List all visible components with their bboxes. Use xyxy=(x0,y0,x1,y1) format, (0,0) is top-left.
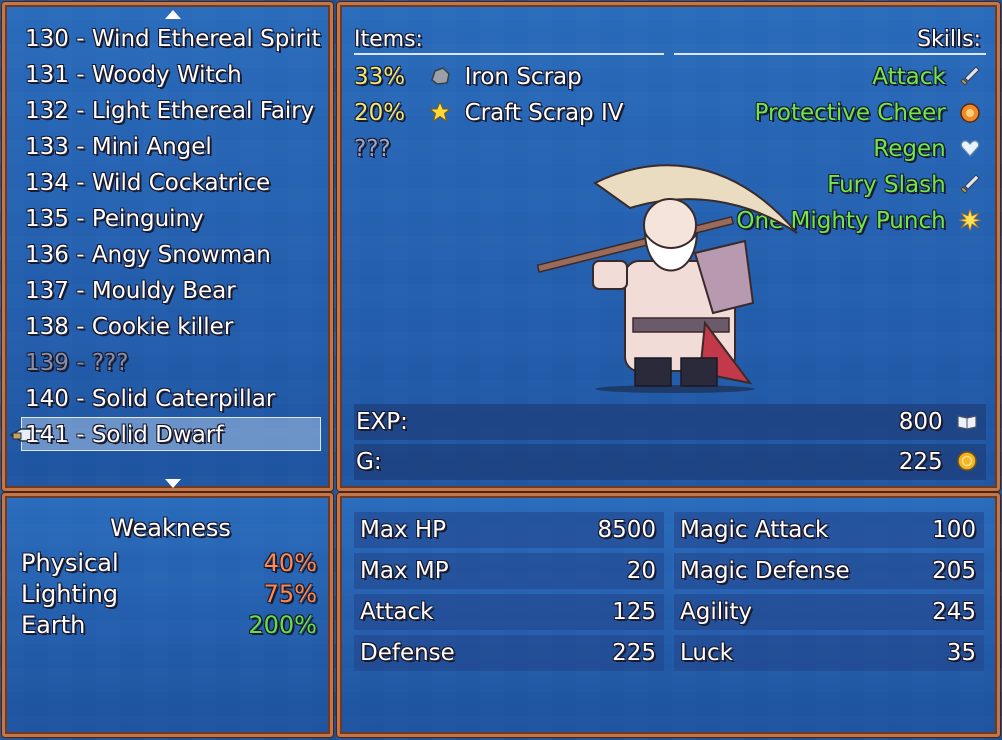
sword-icon xyxy=(960,66,980,86)
stat-value: 8500 xyxy=(597,517,656,543)
skill-row: Attack xyxy=(872,59,981,95)
items-divider xyxy=(354,53,664,55)
stat-label: Attack xyxy=(360,599,434,625)
skill-row: Regen xyxy=(873,131,981,167)
stat-value: 100 xyxy=(932,517,976,543)
stat-magic-defense: Magic Defense 205 xyxy=(674,553,984,589)
exp-row: EXP: 800 xyxy=(354,404,986,440)
skill-name: Attack xyxy=(872,64,946,90)
skills-divider xyxy=(674,53,986,55)
skill-row: Protective Cheer xyxy=(755,95,982,131)
weakness-row-lighting: Lighting 75% xyxy=(21,579,317,609)
weakness-label: Earth xyxy=(21,611,86,639)
stat-label: Luck xyxy=(680,640,733,666)
list-item[interactable]: 138 - Cookie killer xyxy=(25,309,233,345)
stat-label: Magic Attack xyxy=(680,517,829,543)
list-item[interactable]: 134 - Wild Cockatrice xyxy=(25,165,270,201)
stat-value: 125 xyxy=(612,599,656,625)
stat-value: 205 xyxy=(932,558,976,584)
list-item[interactable]: 137 - Mouldy Bear xyxy=(25,273,236,309)
drop-item-row: 33% Iron Scrap xyxy=(354,59,582,95)
stat-max-mp: Max MP 20 xyxy=(354,553,664,589)
star-icon xyxy=(429,101,452,123)
drop-item-name: Iron Scrap xyxy=(464,64,582,90)
gold-row: G: 225 xyxy=(354,444,986,480)
list-item[interactable]: 133 - Mini Angel xyxy=(25,129,212,165)
stat-max-hp: Max HP 8500 xyxy=(354,512,664,548)
weakness-title: Weakness xyxy=(110,514,231,542)
stat-agility: Agility 245 xyxy=(674,594,984,630)
weakness-label: Lighting xyxy=(21,580,119,608)
gold-value: 225 xyxy=(898,449,943,475)
drop-chance: 20% xyxy=(354,100,406,126)
weakness-window: Weakness Physical 40% Lighting 75% Earth… xyxy=(2,493,333,737)
exp-value-wrap: 800 xyxy=(899,404,978,440)
list-item[interactable]: 131 - Woody Witch xyxy=(25,57,242,93)
scroll-up-arrow-icon[interactable] xyxy=(165,10,181,19)
exp-value: 800 xyxy=(898,409,943,435)
weakness-value: 40% xyxy=(263,549,317,577)
burst-icon xyxy=(959,209,981,231)
stats-window: Max HP 8500 Max MP 20 Attack 125 Defense… xyxy=(337,493,1000,737)
skill-row: Fury Slash xyxy=(827,167,981,203)
skills-header: Skills: xyxy=(917,27,981,52)
stat-label: Agility xyxy=(680,599,753,625)
stat-magic-attack: Magic Attack 100 xyxy=(674,512,984,548)
list-item[interactable]: 130 - Wind Ethereal Spirit xyxy=(25,21,321,57)
stat-value: 225 xyxy=(612,640,656,666)
monster-portrait xyxy=(536,164,798,393)
stat-value: 20 xyxy=(626,558,656,584)
shield-icon xyxy=(960,103,980,123)
weakness-value: 75% xyxy=(263,580,317,608)
sword-icon xyxy=(960,174,980,194)
drop-item-row: 20% Craft Scrap IV xyxy=(354,95,623,131)
list-item[interactable]: 135 - Peinguiny xyxy=(25,201,204,237)
weakness-value: 200% xyxy=(248,611,317,639)
stat-value: 245 xyxy=(932,599,976,625)
stat-label: Max HP xyxy=(360,517,447,543)
stat-value: 35 xyxy=(946,640,976,666)
drop-item-unknown: ??? xyxy=(354,136,391,162)
list-item-selected[interactable]: 141 - Solid Dwarf xyxy=(25,417,223,453)
coin-icon xyxy=(957,451,977,471)
monster-list-window[interactable]: 130 - Wind Ethereal Spirit 131 - Woody W… xyxy=(2,2,333,491)
monster-info-window: Items: Skills: 33% Iron Scrap 20% Craft … xyxy=(337,2,1000,491)
weakness-label: Physical xyxy=(21,549,119,577)
list-item[interactable]: 140 - Solid Caterpillar xyxy=(25,381,275,417)
skill-name: Fury Slash xyxy=(827,172,946,198)
rock-icon xyxy=(431,67,451,85)
weakness-row-earth: Earth 200% xyxy=(21,610,317,640)
stat-label: Max MP xyxy=(360,558,449,584)
stat-luck: Luck 35 xyxy=(674,635,984,671)
list-item-locked[interactable]: 139 - ??? xyxy=(25,345,128,381)
exp-label: EXP: xyxy=(356,409,408,435)
stat-label: Magic Defense xyxy=(680,558,850,584)
stat-label: Defense xyxy=(360,640,455,666)
skill-name: Protective Cheer xyxy=(754,100,946,126)
drop-item-name: Craft Scrap IV xyxy=(464,100,624,126)
list-item[interactable]: 136 - Angy Snowman xyxy=(25,237,271,273)
gold-label: G: xyxy=(356,449,382,475)
heart-icon xyxy=(960,140,980,157)
stat-attack: Attack 125 xyxy=(354,594,664,630)
items-header: Items: xyxy=(354,27,423,52)
scroll-down-arrow-icon[interactable] xyxy=(165,479,181,488)
list-item[interactable]: 132 - Light Ethereal Fairy xyxy=(25,93,314,129)
book-icon xyxy=(957,415,977,430)
gold-value-wrap: 225 xyxy=(899,444,978,480)
weakness-row-physical: Physical 40% xyxy=(21,548,317,578)
skill-name: Regen xyxy=(873,136,946,162)
stat-defense: Defense 225 xyxy=(354,635,664,671)
drop-chance: 33% xyxy=(354,64,406,90)
